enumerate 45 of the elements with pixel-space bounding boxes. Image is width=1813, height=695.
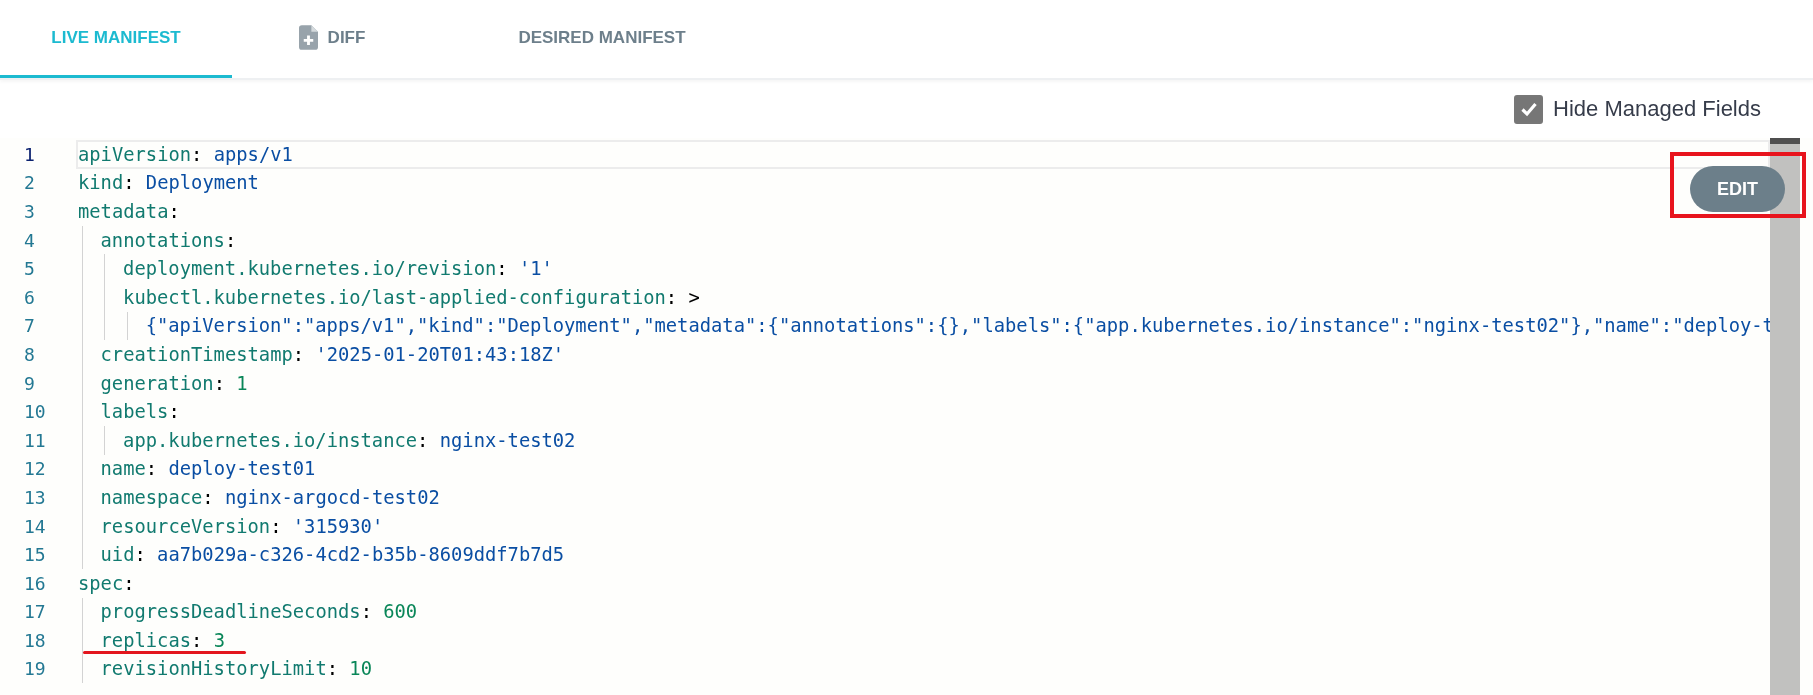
code-line: replicas: 3: [100, 629, 225, 651]
tab[interactable]: LIVE MANIFEST: [0, 0, 232, 78]
line-number: 7: [23, 315, 36, 337]
code-line: metadata:: [78, 201, 180, 222]
line-number: 2: [23, 172, 36, 194]
code-line: {"apiVersion":"apps/v1","kind":"Deployment","metadata":{"annotations":{},"labels":{"app.kubernetes.io/instance":"nginx-test02"},"name":"deploy-t: [145, 315, 1774, 337]
code-line: name: deploy-test01: [100, 458, 316, 480]
line-number: 16: [23, 572, 47, 594]
edit-button[interactable]: EDIT: [1690, 166, 1785, 212]
code-line: namespace: nginx-argocd-test02: [100, 486, 440, 508]
line-number: 15: [23, 544, 47, 566]
code-line: spec:: [78, 572, 135, 594]
line-number: 12: [23, 458, 47, 480]
code-line: generation: 1: [100, 372, 248, 394]
scrollbar[interactable]: [1770, 138, 1800, 695]
line-number: 11: [23, 429, 47, 451]
line-number: 9: [23, 372, 36, 394]
line-number: 17: [23, 601, 47, 623]
line-number: 13: [23, 486, 47, 508]
line-number: 5: [23, 258, 36, 280]
code-line: deployment.kubernetes.io/revision: '1': [123, 258, 553, 280]
line-number: 4: [23, 229, 36, 251]
line-number: 14: [23, 515, 47, 537]
line-number: 6: [23, 286, 36, 308]
code-line: app.kubernetes.io/instance: nginx-test02: [123, 429, 576, 451]
line-number: 8: [23, 343, 36, 365]
line-number: 1: [23, 143, 36, 165]
code-line: uid: aa7b029a-c326-4cd2-b35b-8609ddf7b7d5: [100, 544, 565, 566]
checkbox-icon[interactable]: [1514, 94, 1544, 124]
tab[interactable]: DESIRED MANIFEST: [432, 0, 772, 78]
code-line: labels:: [100, 401, 180, 423]
line-number: 19: [23, 658, 47, 680]
code-line: creationTimestamp: '2025-01-20T01:43:18Z': [100, 343, 565, 365]
code-line: apiVersion: apps/v1: [78, 143, 293, 165]
code-line: annotations:: [100, 229, 237, 251]
code-line: kubectl.kubernetes.io/last-applied-configuration: >: [123, 286, 700, 308]
hide-managed-fields-checkbox[interactable]: Hide Managed Fields: [1514, 94, 1761, 124]
code-line: kind: Deployment: [78, 172, 259, 194]
code-line: progressDeadlineSeconds: 600: [100, 601, 418, 623]
tab[interactable]: DIFF: [232, 0, 432, 78]
code-line: revisionHistoryLimit: 10: [100, 658, 372, 680]
code-line: resourceVersion: '315930': [100, 515, 384, 537]
line-number: 10: [23, 401, 47, 423]
line-number: 18: [23, 629, 47, 651]
line-number: 3: [23, 201, 36, 222]
